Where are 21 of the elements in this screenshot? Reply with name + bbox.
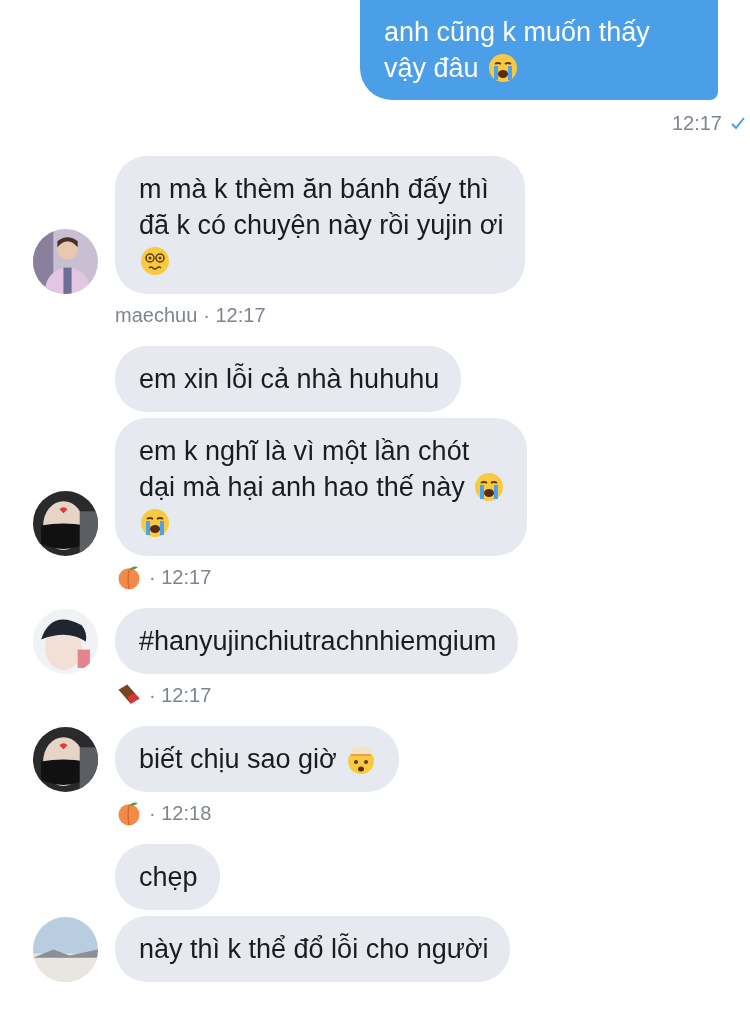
- crying-emoji-icon: [139, 507, 171, 539]
- timestamp: · 12:17: [203, 303, 266, 327]
- crying-emoji-icon: [472, 471, 505, 503]
- message-text: em k nghĩ là vì một lần chót: [139, 435, 470, 468]
- message-text: này thì k thể đổ lỗi cho người: [139, 932, 489, 966]
- message-text: anh cũng k muốn thấy: [384, 16, 650, 49]
- message-text: dại mà hại anh hao thế này: [139, 471, 465, 504]
- timestamp: · 12:17: [149, 683, 212, 707]
- sender-name: maechuu: [115, 303, 198, 327]
- message-text: chẹp: [139, 861, 198, 894]
- timestamp: 12:17: [671, 111, 722, 135]
- message-text: #hanyujinchiutrachnhiemgium: [139, 625, 497, 658]
- message-text: biết chịu sao giờ: [139, 743, 337, 776]
- spiral-eyes-emoji-icon: [139, 245, 171, 277]
- message-text: đã k có chuyện này rồi yujin ơi: [139, 209, 504, 242]
- timestamp: · 12:17: [149, 565, 212, 589]
- message-text: vậy đâu: [384, 52, 479, 85]
- message-text: em xin lỗi cả nhà huhuhu: [139, 362, 440, 396]
- crying-emoji-icon: [486, 52, 519, 84]
- timestamp: · 12:18: [149, 801, 212, 825]
- message-text: m mà k thèm ăn bánh đấy thì: [139, 173, 489, 206]
